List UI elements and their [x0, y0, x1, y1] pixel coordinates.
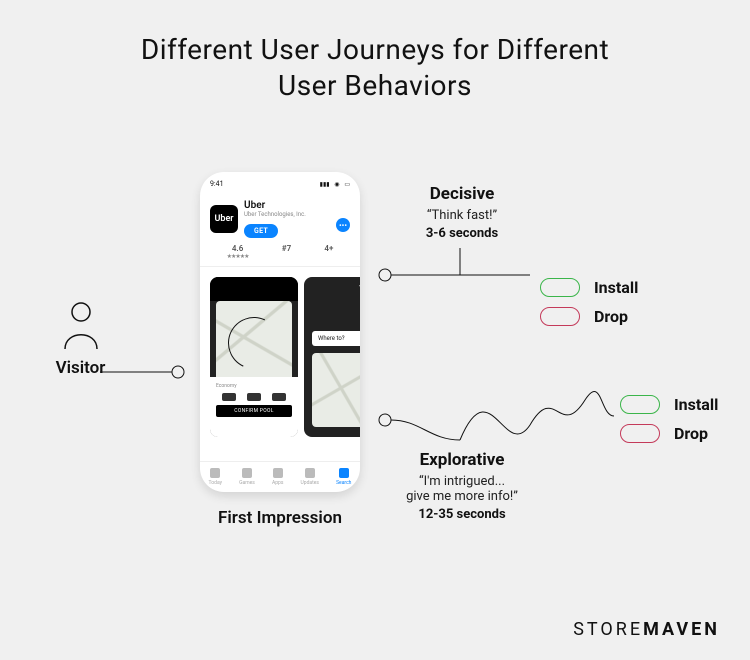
stat-age: 4+ — [324, 244, 333, 260]
tab-search[interactable]: Search — [336, 468, 351, 486]
visitor-label: Visitor — [38, 358, 123, 378]
wifi-icon: ◉ — [334, 181, 339, 188]
decisive-time: 3-6 seconds — [392, 226, 532, 241]
first-impression-label: First Impression — [200, 508, 360, 528]
status-icons: ▮▮▮ ◉ ▭ — [317, 180, 350, 188]
explorative-outcomes: Install Drop — [620, 395, 718, 443]
drop-label: Drop — [594, 307, 638, 326]
tab-label: Today — [209, 480, 222, 486]
app-stats: 4.6 ★★★★★ #7 4+ — [200, 242, 360, 267]
app-screenshots: Economy CONFIRM POOL Tell us w you're g … — [200, 267, 360, 443]
tab-label: Apps — [272, 480, 283, 486]
page-title: Different User Journeys for Different Us… — [0, 32, 750, 105]
screenshot-1: Economy CONFIRM POOL — [210, 277, 298, 437]
shot2-tagline: Tell us w you're g — [359, 285, 360, 302]
install-label: Install — [594, 278, 638, 297]
decisive-outcomes: Install Drop — [540, 278, 638, 326]
stat-rank: #7 — [282, 244, 291, 260]
app-icon: Uber — [210, 205, 238, 233]
diagram-stage: Different User Journeys for Different Us… — [0, 0, 750, 660]
app-meta: Uber Uber Technologies, Inc. GET — [244, 200, 326, 238]
shot1-section: Economy — [216, 383, 292, 389]
install-label: Install — [674, 395, 718, 414]
where-to-input[interactable]: Where to? — [312, 331, 360, 346]
install-pill-icon — [540, 278, 580, 297]
brand-bold: MAVEN — [643, 619, 720, 640]
explorative-time: 12-35 seconds — [392, 507, 532, 522]
decisive-title: Decisive — [392, 184, 532, 204]
rating-value: 4.6 — [227, 244, 249, 253]
tab-label: Search — [336, 480, 351, 486]
get-button[interactable]: GET — [244, 224, 278, 238]
decisive-block: Decisive “Think fast!” 3-6 seconds — [392, 184, 532, 241]
age-value: 4+ — [324, 244, 333, 253]
explorative-title: Explorative — [392, 450, 532, 470]
drop-pill-icon — [540, 307, 580, 326]
rank-value: #7 — [282, 244, 291, 253]
tab-today[interactable]: Today — [209, 468, 222, 486]
signal-icon: ▮▮▮ — [320, 181, 330, 188]
app-publisher: Uber Technologies, Inc. — [244, 211, 326, 218]
tab-apps[interactable]: Apps — [272, 468, 283, 486]
user-icon — [38, 300, 123, 350]
more-button[interactable]: ••• — [336, 218, 350, 232]
drop-label: Drop — [674, 424, 718, 443]
rating-stars-icon: ★★★★★ — [227, 253, 249, 260]
explorative-block: Explorative “I'm intrigued... give me mo… — [392, 450, 532, 522]
confirm-button[interactable]: CONFIRM POOL — [216, 405, 292, 417]
app-title: Uber — [244, 200, 326, 211]
phone-mockup: 9:41 ▮▮▮ ◉ ▭ Uber Uber Uber Technologies… — [200, 172, 360, 492]
screenshot-2: Tell us w you're g Where to? — [304, 277, 360, 437]
status-time: 9:41 — [210, 180, 224, 188]
battery-icon: ▭ — [344, 181, 350, 188]
tab-games[interactable]: Games — [239, 468, 255, 486]
tab-updates[interactable]: Updates — [301, 468, 319, 486]
brand-logo: STOREMAVEN — [573, 619, 720, 640]
visitor-node: Visitor — [38, 300, 123, 378]
phone-statusbar: 9:41 ▮▮▮ ◉ ▭ — [200, 172, 360, 192]
decisive-quote: “Think fast!” — [392, 208, 532, 223]
explorative-quote: “I'm intrigued... give me more info!” — [392, 474, 532, 504]
brand-light: STORE — [573, 619, 643, 640]
app-header: Uber Uber Uber Technologies, Inc. GET ••… — [200, 192, 360, 242]
stat-rating: 4.6 ★★★★★ — [227, 244, 249, 260]
tab-label: Games — [239, 480, 255, 486]
phone-tabbar: Today Games Apps Updates Search — [200, 461, 360, 492]
tab-label: Updates — [301, 480, 319, 486]
drop-pill-icon — [620, 424, 660, 443]
install-pill-icon — [620, 395, 660, 414]
